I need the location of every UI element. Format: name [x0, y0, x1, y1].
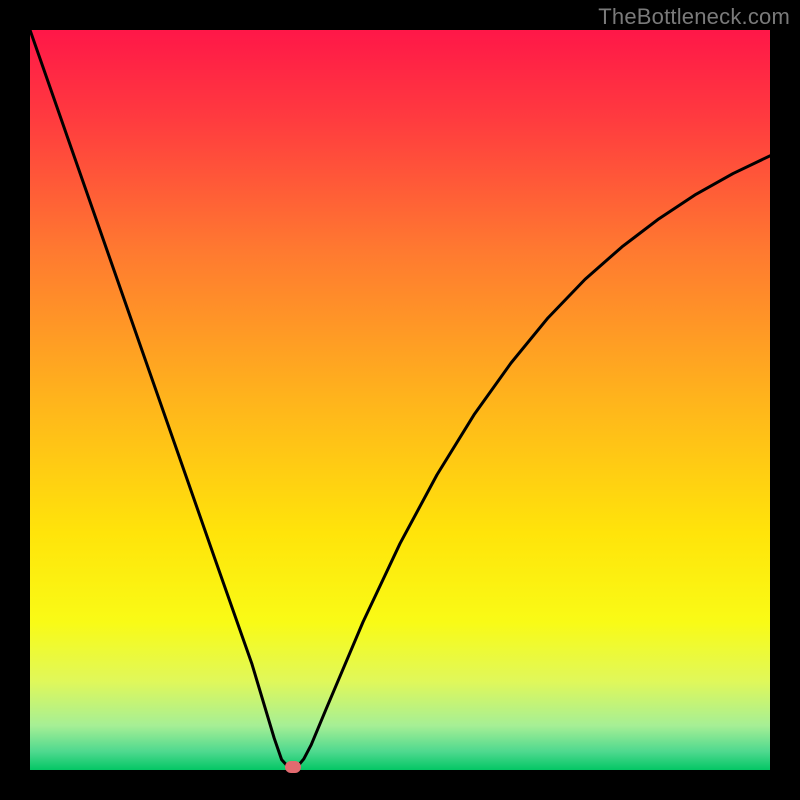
optimum-marker [285, 761, 301, 773]
chart-frame: TheBottleneck.com [0, 0, 800, 800]
watermark-text: TheBottleneck.com [598, 4, 790, 30]
plot-area [30, 30, 770, 770]
gradient-background [30, 30, 770, 770]
chart-svg [30, 30, 770, 770]
